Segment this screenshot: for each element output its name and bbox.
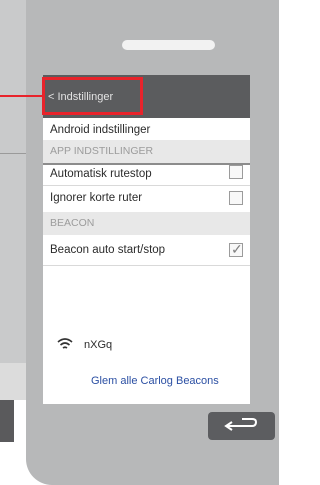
wifi-icon [57, 338, 73, 349]
beacon-auto-row[interactable]: Beacon auto start/stop ✓ [43, 235, 250, 265]
beacon-auto-checkbox[interactable]: ✓ [229, 241, 243, 257]
android-settings-label: Android indstillinger [50, 124, 151, 136]
return-arrow-icon [224, 418, 258, 431]
ignore-short-routes-label: Ignorer korte ruter [50, 192, 143, 204]
background-panel-dark [0, 400, 14, 442]
phone-speaker [122, 40, 215, 50]
hardware-back-button[interactable] [208, 412, 275, 440]
section-app-settings-label: APP INDSTILLINGER [50, 145, 154, 157]
background-panel-mid [0, 363, 26, 400]
beacon-auto-label: Beacon auto start/stop [50, 244, 166, 256]
ignore-short-routes-checkbox[interactable] [229, 191, 243, 205]
section-beacon: BEACON [43, 212, 250, 235]
ignore-short-routes-row[interactable]: Ignorer korte ruter [43, 186, 250, 212]
auto-route-stop-row[interactable]: Automatisk rutestop [43, 165, 250, 185]
beacon-device-name[interactable]: nXGq [84, 339, 112, 352]
section-app-settings: APP INDSTILLINGER [43, 140, 250, 163]
settings-screen: < Indstillinger Android indstillinger AP… [43, 75, 250, 404]
checkmark-icon: ✓ [231, 241, 243, 257]
highlight-box [42, 77, 143, 115]
section-beacon-label: BEACON [50, 217, 95, 229]
forget-all-beacons-link[interactable]: Glem alle Carlog Beacons [91, 375, 219, 388]
background-panel [0, 0, 26, 363]
android-settings-row[interactable]: Android indstillinger [43, 120, 250, 140]
auto-route-stop-checkbox[interactable] [229, 165, 243, 179]
auto-route-stop-label: Automatisk rutestop [50, 168, 152, 180]
row-divider [43, 265, 250, 266]
callout-line [0, 95, 42, 97]
